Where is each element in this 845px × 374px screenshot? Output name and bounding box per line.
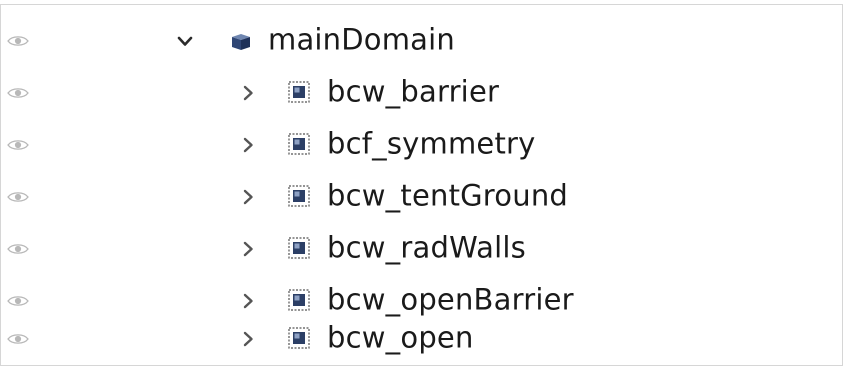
chevron-right-icon[interactable] — [239, 330, 257, 348]
tree-row-child[interactable]: bcw_radWalls — [1, 223, 842, 275]
eye-icon[interactable] — [7, 86, 29, 100]
eye-icon[interactable] — [7, 242, 29, 256]
tree-row-child[interactable]: bcw_tentGround — [1, 171, 842, 223]
chevron-down-icon[interactable] — [176, 32, 194, 50]
boundary-cube-icon — [288, 81, 310, 103]
tree-row-label: bcw_tentGround — [327, 178, 569, 213]
eye-icon[interactable] — [7, 190, 29, 204]
boundary-cube-icon — [288, 237, 310, 259]
chevron-right-icon[interactable] — [239, 240, 257, 258]
boundary-cube-icon — [288, 133, 310, 155]
tree-row-label: bcf_symmetry — [327, 126, 536, 161]
chevron-right-icon[interactable] — [239, 84, 257, 102]
boundary-cube-icon — [288, 289, 310, 311]
chevron-right-icon[interactable] — [239, 292, 257, 310]
eye-icon[interactable] — [7, 138, 29, 152]
tree-row-child[interactable]: bcf_symmetry — [1, 119, 842, 171]
chevron-right-icon[interactable] — [239, 188, 257, 206]
tree-row-maindomain[interactable]: mainDomain — [1, 15, 842, 67]
eye-icon[interactable] — [7, 332, 29, 346]
boundary-cube-icon — [288, 327, 310, 349]
tree-row-child[interactable]: bcw_barrier — [1, 67, 842, 119]
eye-icon[interactable] — [7, 294, 29, 308]
eye-icon[interactable] — [7, 34, 29, 48]
boundary-cube-icon — [288, 185, 310, 207]
tree-row-child[interactable]: bcw_open — [1, 315, 842, 363]
tree-row-label: bcw_open — [327, 320, 474, 355]
tree-row-label: bcw_radWalls — [327, 230, 526, 265]
chevron-right-icon[interactable] — [239, 136, 257, 154]
tree-row-label: bcw_barrier — [327, 74, 500, 109]
domain-cube-icon — [232, 34, 250, 50]
tree-row-label: bcw_openBarrier — [327, 282, 574, 317]
tree-row-label: mainDomain — [268, 22, 455, 57]
domain-tree: mainDomain bcw_barrier bcf_symmetry bcw_… — [0, 4, 843, 366]
